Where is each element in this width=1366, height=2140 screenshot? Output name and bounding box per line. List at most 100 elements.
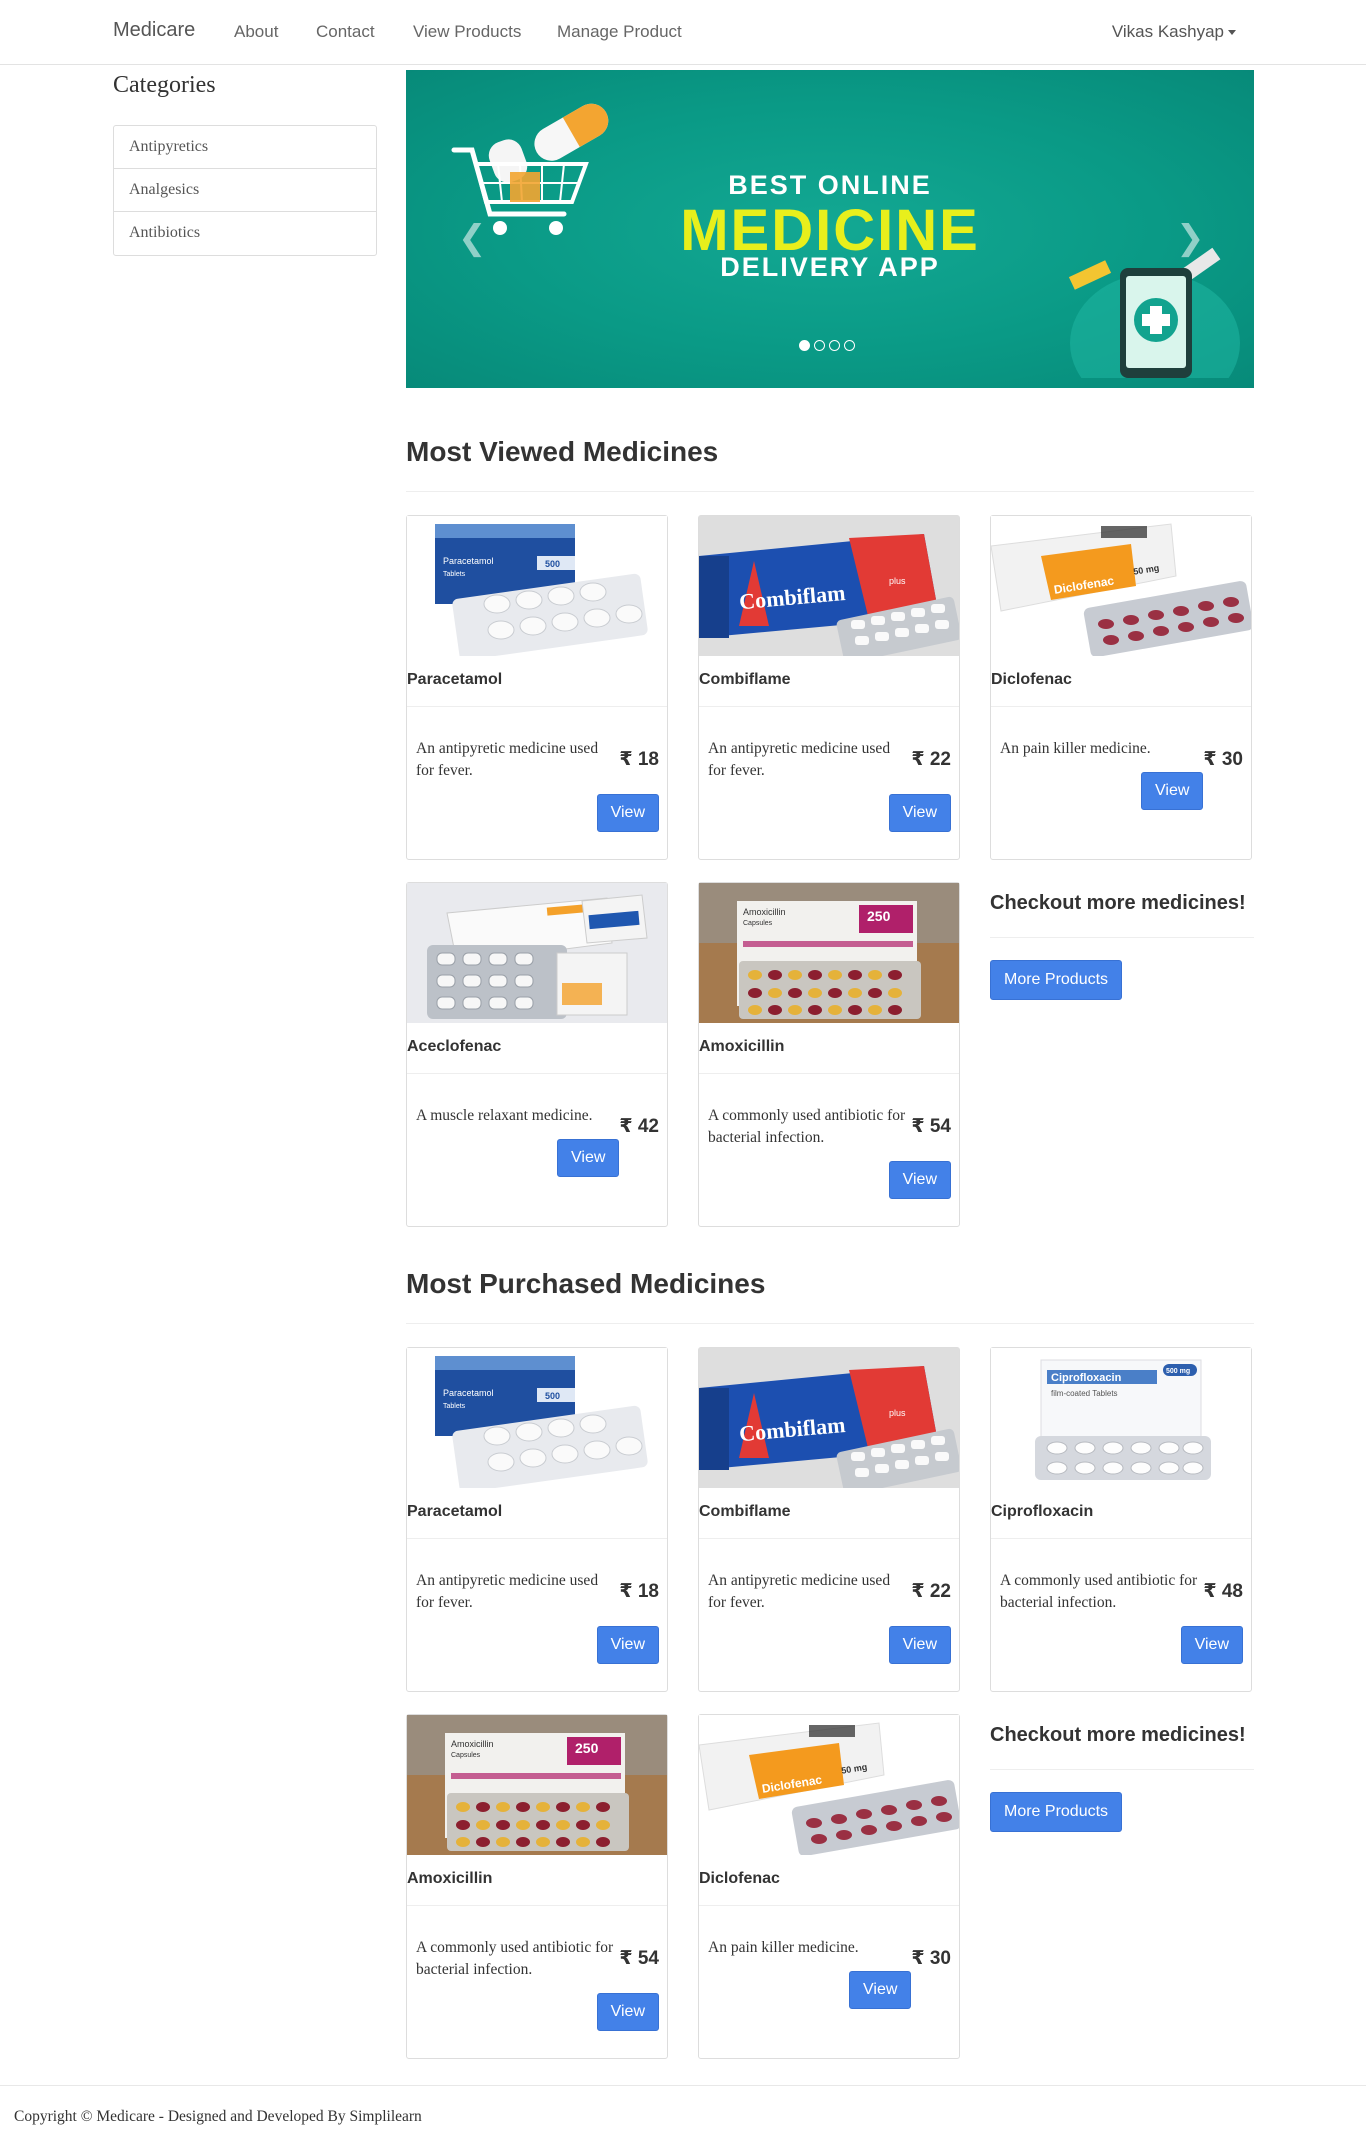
category-item-antipyretics[interactable]: Antipyretics [114,126,376,169]
view-button[interactable]: View [596,794,659,832]
nav-link-about[interactable]: About [234,22,278,42]
product-image-diclofenac: Diclofenac 50 mg [991,516,1251,656]
product-card-amoxicillin: 250 Amoxicillin Capsules Amoxicillin A c… [406,1714,668,2059]
divider [407,1073,667,1074]
product-card-paracetamol: Paracetamol 500 Tablets Paracetamol An a… [406,515,668,860]
categories-title: Categories [113,72,216,98]
view-button[interactable]: View [888,794,951,832]
product-price: ₹ 48 [1203,1581,1243,1602]
product-description: A commonly used antibiotic for bacterial… [416,1939,614,1978]
svg-text:Ciprofloxacin: Ciprofloxacin [1051,1372,1122,1384]
view-button[interactable]: View [596,1626,659,1664]
product-description: An antipyretic medicine used for fever. [708,1572,891,1611]
carousel-dot-3[interactable] [829,340,840,351]
product-image-combiflam: Combiflam plus [699,1348,959,1488]
product-card-diclofenac: Diclofenac 50 mg Diclofenac An pain kill… [698,1714,960,2059]
product-name: Amoxicillin [407,1870,493,1887]
chevron-right-icon[interactable]: ❯ [1176,218,1205,258]
divider [990,1769,1254,1770]
most-purchased-title: Most Purchased Medicines [406,1268,766,1299]
footer-copyright: Copyright © Medicare - Designed and Deve… [14,2108,422,2125]
category-item-analgesics[interactable]: Analgesics [114,169,376,212]
chevron-left-icon[interactable]: ❮ [458,218,487,258]
divider [406,1323,1254,1324]
divider [407,1538,667,1539]
nav-link-manage-product[interactable]: Manage Product [557,22,682,42]
product-name: Combiflame [699,1503,791,1520]
divider [699,1538,959,1539]
product-name: Amoxicillin [699,1038,785,1055]
divider [991,1538,1251,1539]
product-card-paracetamol: Paracetamol 500 Tablets Paracetamol An a… [406,1347,668,1692]
carousel-indicators [799,340,855,351]
caret-down-icon [1228,30,1236,36]
nav-link-contact[interactable]: Contact [316,22,375,42]
product-description: An pain killer medicine. [1000,740,1151,757]
divider [991,706,1251,707]
product-card-diclofenac: Diclofenac 50 mg Diclofenac An pain kill… [990,515,1252,860]
view-button[interactable]: View [557,1139,620,1177]
svg-text:Paracetamol: Paracetamol [443,556,494,566]
product-price: ₹ 42 [619,1116,659,1137]
divider [407,706,667,707]
hero-carousel: BEST ONLINE MEDICINE DELIVERY APP ❮ ❯ [406,70,1254,388]
svg-text:Amoxicillin: Amoxicillin [743,907,786,917]
product-image-aceclofenac [407,883,667,1023]
more-products-button[interactable]: More Products [990,1792,1123,1832]
product-image-diclofenac: Diclofenac 50 mg [699,1715,959,1855]
view-button[interactable]: View [1180,1626,1243,1664]
svg-text:film-coated Tablets: film-coated Tablets [1051,1389,1118,1398]
checkout-more-title: Checkout more medicines! [990,1724,1246,1746]
brand-logo[interactable]: Medicare [113,19,195,42]
product-name: Diclofenac [699,1870,780,1887]
carousel-dot-4[interactable] [844,340,855,351]
product-price: ₹ 22 [911,749,951,770]
user-menu[interactable]: Vikas Kashyap [1112,22,1236,42]
nav-link-view-products[interactable]: View Products [413,22,521,42]
product-image-amoxicillin: 250 Amoxicillin Capsules [407,1715,667,1855]
carousel-dot-2[interactable] [814,340,825,351]
product-image-ciprofloxacin: Ciprofloxacin film-coated Tablets 500 mg [991,1348,1251,1488]
svg-text:plus: plus [889,576,906,586]
product-price: ₹ 54 [911,1116,951,1137]
product-card-aceclofenac: Aceclofenac A muscle relaxant medicine. … [406,882,668,1227]
product-description: An pain killer medicine. [708,1939,859,1956]
product-name: Ciprofloxacin [991,1503,1094,1520]
view-button[interactable]: View [888,1626,951,1664]
product-name: Combiflame [699,671,791,688]
product-card-combiflame: Combiflam plus Combiflame An antipyretic… [698,515,960,860]
view-button[interactable]: View [849,1971,912,2009]
product-image-combiflam: Combiflam plus [699,516,959,656]
product-name: Paracetamol [407,671,503,688]
divider [990,937,1254,938]
svg-text:250: 250 [575,1740,599,1756]
product-image-paracetamol: Paracetamol 500 Tablets [407,516,667,656]
svg-text:Paracetamol: Paracetamol [443,1388,494,1398]
svg-text:Tablets: Tablets [443,1403,466,1410]
product-price: ₹ 18 [619,749,659,770]
view-button[interactable]: View [888,1161,951,1199]
view-button[interactable]: View [596,1993,659,2031]
product-description: An antipyretic medicine used for fever. [416,1572,599,1611]
svg-text:Tablets: Tablets [443,571,466,578]
svg-text:500 mg: 500 mg [1166,1368,1190,1375]
product-image-paracetamol: Paracetamol 500 Tablets [407,1348,667,1488]
footer-divider [0,2085,1366,2086]
divider [406,491,1254,492]
product-description: A commonly used antibiotic for bacterial… [708,1107,906,1146]
checkout-more-title: Checkout more medicines! [990,892,1246,914]
product-price: ₹ 54 [619,1948,659,1969]
more-products-button[interactable]: More Products [990,960,1123,1000]
svg-text:Amoxicillin: Amoxicillin [451,1739,494,1749]
product-card-combiflame: Combiflam plus Combiflame An antipyretic… [698,1347,960,1692]
product-name: Paracetamol [407,1503,503,1520]
product-description: An antipyretic medicine used for fever. [708,740,891,779]
svg-text:500: 500 [545,1391,560,1401]
carousel-dot-1[interactable] [799,340,810,351]
top-navbar: Medicare About Contact View Products Man… [0,0,1366,65]
category-list: Antipyretics Analgesics Antibiotics [113,125,377,256]
phone-medical-illustration [1068,247,1240,378]
divider [699,1905,959,1906]
view-button[interactable]: View [1141,772,1204,810]
category-item-antibiotics[interactable]: Antibiotics [114,212,376,255]
